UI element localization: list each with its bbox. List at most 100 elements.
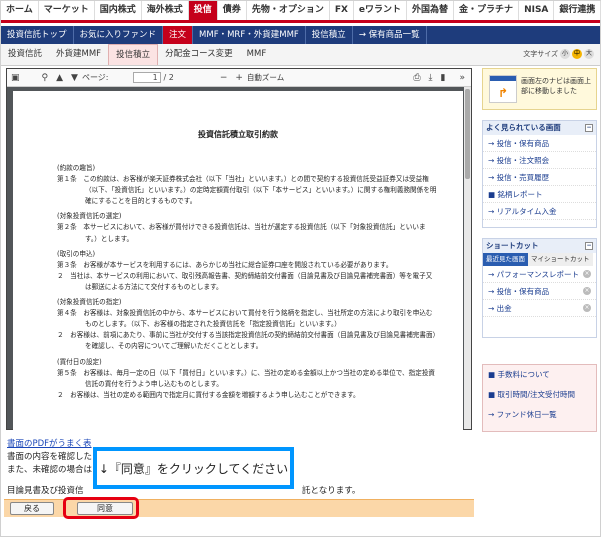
fund-tabs: 投資信託 外貨建MMF 投信積立 分配金コース変更 MMF 文字サイズ 小 中 大 <box>1 44 600 66</box>
subnav-item[interactable]: MMF・MRF・外貨建MMF <box>193 26 306 44</box>
subnav-item[interactable]: 投資信託トップ <box>1 26 74 44</box>
tools-icon[interactable]: » <box>459 73 465 83</box>
fund-tab[interactable]: MMF <box>240 44 274 65</box>
scroll-thumb[interactable] <box>465 89 470 179</box>
help-link[interactable]: → ファンド休日一覧 <box>483 405 596 425</box>
notice-line-1: 書面の内容を確認した <box>7 452 93 462</box>
agree-highlight <box>63 497 139 519</box>
global-nav-item[interactable]: 国内株式 <box>95 1 142 20</box>
shortcut-link[interactable]: → パフォーマンスレポート × <box>483 266 596 283</box>
subnav-item[interactable]: 注文 <box>163 26 194 44</box>
download-icon[interactable]: ⤓ <box>429 73 433 83</box>
previous-page-icon[interactable]: ▲ <box>56 73 63 83</box>
font-size-small[interactable]: 小 <box>560 49 570 59</box>
frequent-link[interactable]: ■ 銘柄レポート <box>483 186 596 203</box>
notice-line-2: また、未確認の場合は <box>7 465 93 475</box>
zoom-select[interactable]: 自動ズーム <box>247 72 313 84</box>
find-icon[interactable]: ⚲ <box>42 73 49 83</box>
tab-my-shortcut[interactable]: マイショートカット <box>528 253 593 266</box>
zoom-in-icon[interactable]: + <box>235 73 243 83</box>
zoom-out-icon[interactable]: − <box>220 73 228 83</box>
clause-text: ２ お客様は、前項にあたり、事前に当社が交付する当該指定投資信託の契約締結前交付… <box>57 331 436 351</box>
clause-heading: (約款の趣旨) <box>57 164 96 172</box>
shortcut-link-label: → パフォーマンスレポート <box>488 270 580 279</box>
fund-tab[interactable]: 投信積立 <box>108 44 159 65</box>
font-size-large[interactable]: 大 <box>584 49 594 59</box>
nav-notice-text: 画面左のナビは画面上部に移動しました <box>521 77 591 95</box>
global-nav-item[interactable]: 銀行連携 <box>554 1 601 20</box>
shortcut-link[interactable]: → 出金 × <box>483 300 596 317</box>
clause-heading: (対象投資信託の指定) <box>57 298 122 307</box>
fund-tab[interactable]: 投資信託 <box>1 44 49 65</box>
frequent-link[interactable]: → 投信・保有商品 <box>483 135 596 152</box>
document-title: 投資信託積立取引約款 <box>198 130 278 139</box>
help-links: ■ 手数料について ■ 取引時間/注文受付時間 → ファンド休日一覧 <box>482 364 597 432</box>
global-nav-item[interactable]: 投信 <box>188 1 218 20</box>
help-link[interactable]: ■ 手数料について <box>483 365 596 385</box>
pdf-scrollbar[interactable] <box>464 87 471 429</box>
frequent-title: よく見られている画面 <box>486 123 561 132</box>
pdf-help-link[interactable]: 書面のPDFがうまく表 <box>7 437 92 449</box>
page-total: / 2 <box>163 73 174 82</box>
fund-tab[interactable]: 分配金コース変更 <box>158 44 240 65</box>
shortcut-link-label: → 投信・保有商品 <box>488 287 550 296</box>
shortcut-panel: ショートカット − 最近見た画面 マイショートカット → パフォーマンスレポート ×… <box>482 238 597 338</box>
global-nav-item[interactable]: 先物・オプション <box>247 1 330 20</box>
clause-text: 第５条 お客様は、毎月一定の日（以下「買付日」といいます。）に、当社の定める金額… <box>57 368 436 388</box>
subnav-item[interactable]: お気に入りファンド <box>74 26 164 44</box>
notice-line-3-tail: 託となります。 <box>302 486 361 496</box>
pdf-viewer: ▣ ⚲ ▲ ▼ ページ: 1 / 2 − + 自動ズーム ⎙ ⤓ ▮ » 投資信… <box>6 68 472 431</box>
shortcut-title: ショートカット <box>486 241 539 250</box>
nav-moved-icon: ↱ <box>489 75 517 103</box>
global-nav-item[interactable]: 金・プラチナ <box>454 1 520 20</box>
document-body: (約款の趣旨) 第１条 この約款は、お客様が楽天証券株式会社（以下「当社」といいま… <box>57 159 437 401</box>
remove-shortcut-icon[interactable]: × <box>583 270 591 278</box>
global-nav-item[interactable]: 海外株式 <box>142 1 189 20</box>
bookmark-icon[interactable]: ▮ <box>441 73 446 83</box>
clause-heading: (取引の申込) <box>57 249 96 258</box>
next-page-icon[interactable]: ▼ <box>71 73 78 83</box>
global-nav-item[interactable]: ホーム <box>1 1 39 20</box>
shortcut-link-label: → 出金 <box>488 304 512 313</box>
collapse-icon[interactable]: − <box>585 124 593 132</box>
font-size-medium[interactable]: 中 <box>572 49 582 59</box>
remove-shortcut-icon[interactable]: × <box>583 287 591 295</box>
global-nav-item[interactable]: eワラント <box>354 1 408 20</box>
nav-notice: ↱ 画面左のナビは画面上部に移動しました <box>482 68 597 110</box>
fund-subnav: 投資信託トップ お気に入りファンド 注文 MMF・MRF・外貨建MMF 投信積立 → 保有… <box>1 26 600 44</box>
pdf-page: 投資信託積立取引約款 (約款の趣旨) 第１条 この約款は、お客様が楽天証券株式会社… <box>13 91 463 431</box>
subnav-item[interactable]: 投信積立 <box>306 26 353 44</box>
global-nav-item[interactable]: NISA <box>519 1 555 20</box>
font-size-switcher: 文字サイズ 小 中 大 <box>523 49 594 59</box>
global-nav-item[interactable]: マーケット <box>39 1 95 20</box>
subnav-item[interactable]: → 保有商品一覧 <box>353 26 427 44</box>
clause-heading: (買付日の設定) <box>57 357 102 366</box>
print-icon[interactable]: ⎙ <box>413 73 420 83</box>
clause-text: 第２条 本サービスにおいて、お客様が買付けできる投資信託は、当社が選定する投資信… <box>57 223 426 243</box>
pdf-toolbar: ▣ ⚲ ▲ ▼ ページ: 1 / 2 − + 自動ズーム ⎙ ⤓ ▮ » <box>7 69 471 87</box>
clause-text: ２ お客様は、当社の定める範囲内で指定月に買付する金額を増額するよう申し込むこと… <box>57 390 360 399</box>
tab-recent[interactable]: 最近見た画面 <box>483 253 528 266</box>
notice-line-3: 目論見書及び投資信 <box>7 486 84 496</box>
page-label: ページ: <box>81 73 109 82</box>
back-button[interactable]: 戻る <box>10 502 54 515</box>
global-nav-item[interactable]: 債券 <box>218 1 247 20</box>
help-link[interactable]: ■ 取引時間/注文受付時間 <box>483 385 596 405</box>
global-nav-item[interactable]: FX <box>330 1 354 20</box>
global-nav: ホーム マーケット 国内株式 海外株式 投信 債券 先物・オプション FX eワラント 外国為替金… <box>1 1 601 23</box>
fund-tab[interactable]: 外貨建MMF <box>49 44 108 65</box>
clause-text: 第４条 お客様は、対象投資信託の中から、本サービスにおいて買付を行う銘柄を指定し… <box>57 309 433 329</box>
clause-text: 第１条 この約款は、お客様が楽天証券株式会社（以下「当社」といいます。）との間で… <box>57 175 437 206</box>
frequent-link[interactable]: → リアルタイム入金 <box>483 203 596 220</box>
collapse-icon[interactable]: − <box>585 242 593 250</box>
remove-shortcut-icon[interactable]: × <box>583 304 591 312</box>
shortcut-tabs: 最近見た画面 マイショートカット <box>483 253 596 266</box>
frequent-link[interactable]: → 投信・注文照会 <box>483 152 596 169</box>
frequent-pages-panel: よく見られている画面 − → 投信・保有商品 → 投信・注文照会 → 投信・売買履歴 ■… <box>482 120 597 228</box>
sidebar-toggle-icon[interactable]: ▣ <box>11 73 20 83</box>
shortcut-link[interactable]: → 投信・保有商品 × <box>483 283 596 300</box>
global-nav-item[interactable]: 外国為替 <box>407 1 455 20</box>
frequent-link[interactable]: → 投信・売買履歴 <box>483 169 596 186</box>
clause-text: ２ 当社は、本サービスの利用において、取引残高報告書、契約締結前交付書面（目論見… <box>57 271 433 291</box>
page-number-input[interactable]: 1 <box>132 72 161 83</box>
